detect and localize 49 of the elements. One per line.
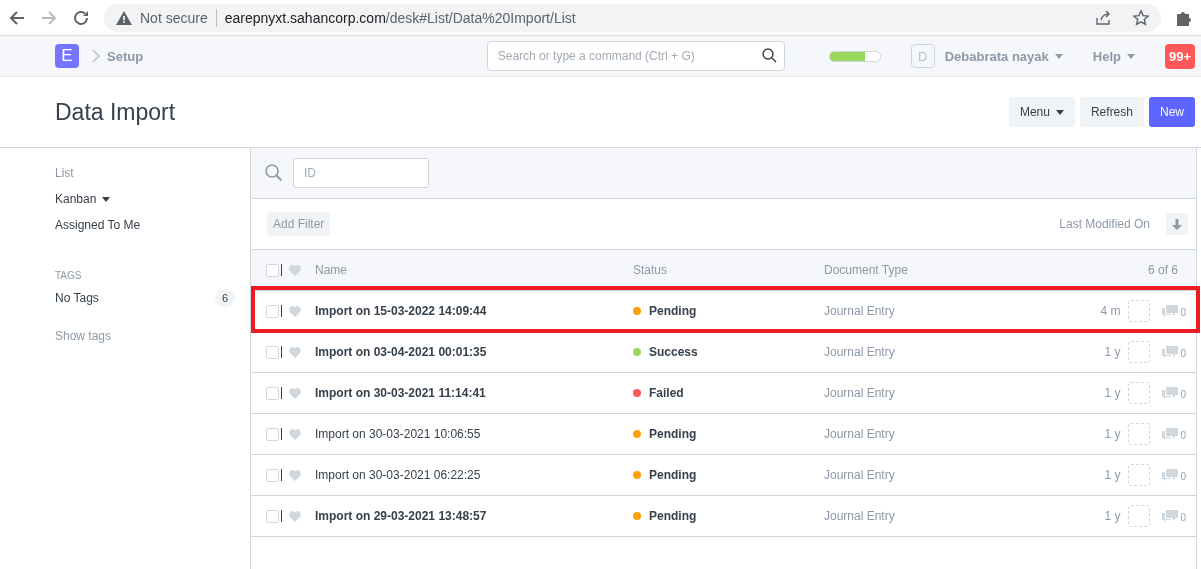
status-text: Pending xyxy=(649,304,697,318)
modified-age: 1 y xyxy=(1104,427,1121,441)
record-name-link[interactable]: Import on 03-04-2021 00:01:35 xyxy=(315,345,487,359)
comment-count: 0 xyxy=(1162,427,1186,441)
column-header: Name xyxy=(315,263,347,277)
document-type: Journal Entry xyxy=(824,386,895,400)
document-type: Journal Entry xyxy=(824,509,895,523)
tags-heading: TAGS xyxy=(55,270,82,281)
status-text: Pending xyxy=(649,509,697,523)
url-text: earepnyxt.sahancorp.com/desk#List/Data%20Import/List xyxy=(224,9,576,26)
status-text: Success xyxy=(649,345,698,359)
modified-age: 1 y xyxy=(1104,345,1121,359)
comment-count: 0 xyxy=(1162,304,1186,318)
modified-age: 1 y xyxy=(1104,509,1121,523)
comment-count: 0 xyxy=(1162,468,1186,482)
record-name-link[interactable]: Import on 30-03-2021 11:14:41 xyxy=(315,386,486,400)
document-type: Journal Entry xyxy=(824,427,895,441)
document-type: Journal Entry xyxy=(824,304,895,318)
record-name-link[interactable]: Import on 29-03-2021 13:48:57 xyxy=(315,509,487,523)
record-name-link[interactable]: Import on 30-03-2021 06:22:25 xyxy=(315,468,481,482)
modified-age: 4 m xyxy=(1100,304,1121,318)
security-label: Not secure xyxy=(140,9,208,26)
record-count: 6 of 6 xyxy=(1147,263,1178,277)
new-button[interactable]: New xyxy=(1149,97,1195,127)
column-header: Status xyxy=(633,263,668,277)
document-type: Journal Entry xyxy=(824,345,895,359)
comment-count: 0 xyxy=(1162,386,1186,400)
comment-count: 0 xyxy=(1162,509,1186,523)
app-logo[interactable]: E xyxy=(55,44,79,68)
modified-age: 1 y xyxy=(1104,468,1121,482)
refresh-button[interactable]: Refresh xyxy=(1079,97,1144,127)
status-text: Pending xyxy=(649,427,697,441)
tag-item[interactable]: No Tags xyxy=(55,291,99,305)
record-name-link[interactable]: Import on 15-03-2022 14:09:44 xyxy=(315,304,487,318)
sidebar-item[interactable]: Kanban xyxy=(55,188,111,210)
tag-count: 6 xyxy=(214,289,235,307)
page-title: Data Import xyxy=(55,98,176,126)
search-field[interactable]: Search or type a command (Ctrl + G) xyxy=(486,41,785,71)
document-type: Journal Entry xyxy=(824,468,895,482)
modified-age: 1 y xyxy=(1104,386,1121,400)
sidebar-item[interactable]: Assigned To Me xyxy=(55,214,141,236)
status-text: Failed xyxy=(649,386,684,400)
address-bar[interactable]: Not secure earepnyxt.sahancorp.com/desk#List/Data%20Import/List xyxy=(104,3,1161,32)
column-header: Document Type xyxy=(824,263,908,277)
status-text: Pending xyxy=(649,468,697,482)
menu-button[interactable]: Menu xyxy=(1008,97,1075,127)
record-name-link[interactable]: Import on 30-03-2021 10:06:55 xyxy=(315,427,481,441)
id-filter-field[interactable]: ID xyxy=(293,158,429,188)
comment-count: 0 xyxy=(1162,345,1186,359)
